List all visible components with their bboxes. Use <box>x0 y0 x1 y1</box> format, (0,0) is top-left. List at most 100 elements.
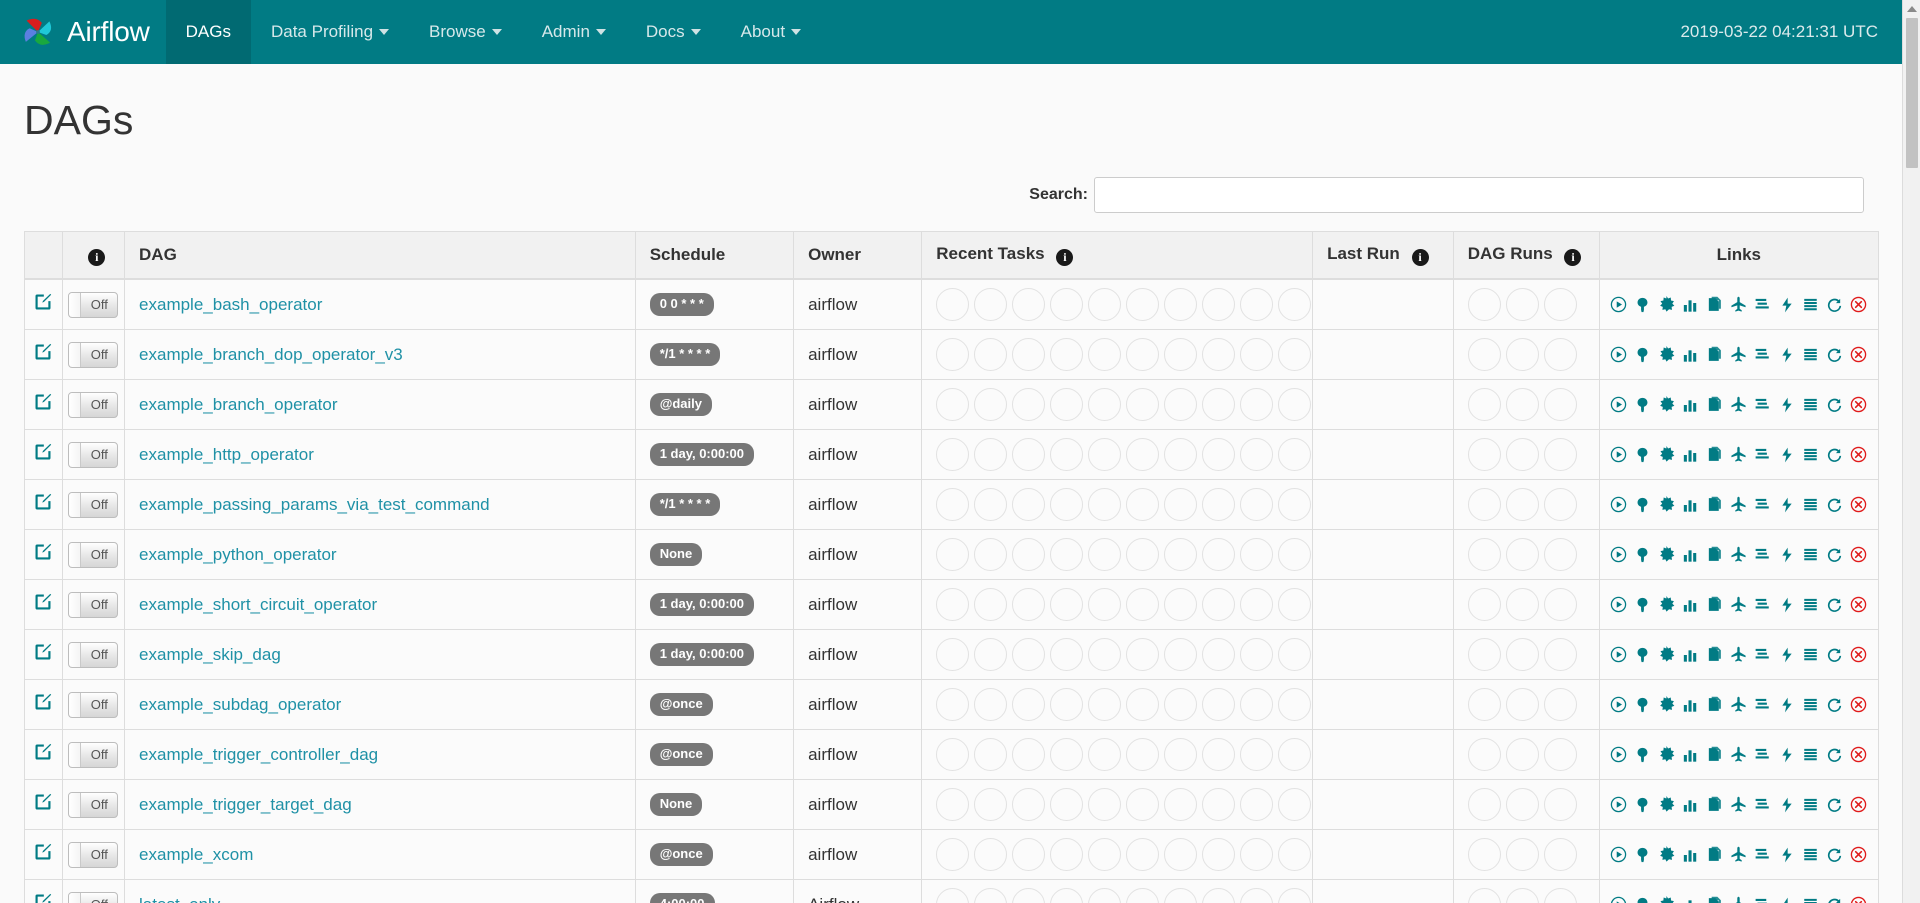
task-state-circle[interactable] <box>1240 738 1274 772</box>
delete-dag-icon[interactable] <box>1849 444 1869 466</box>
dag-run-state-circle[interactable] <box>1467 888 1501 903</box>
task-duration-chart-icon[interactable] <box>1681 794 1701 816</box>
dag-name-link[interactable]: example_python_operator <box>139 545 337 564</box>
task-state-circle[interactable] <box>1164 488 1198 522</box>
task-state-circle[interactable] <box>936 388 970 422</box>
dag-name-link[interactable]: example_passing_params_via_test_command <box>139 495 490 514</box>
task-state-circle[interactable] <box>1088 388 1122 422</box>
search-input[interactable] <box>1094 177 1864 214</box>
task-tries-icon[interactable] <box>1705 344 1725 366</box>
task-state-circle[interactable] <box>1202 288 1236 322</box>
dag-pause-toggle-cell[interactable]: Off <box>61 679 126 731</box>
task-state-circle[interactable] <box>936 438 970 472</box>
landing-times-icon[interactable] <box>1729 444 1749 466</box>
task-tries-icon[interactable] <box>1705 294 1725 316</box>
dag-run-state-circle[interactable] <box>1543 438 1577 472</box>
gantt-icon[interactable] <box>1753 394 1773 416</box>
task-duration-chart-icon[interactable] <box>1681 544 1701 566</box>
task-state-circle[interactable] <box>1164 838 1198 872</box>
task-state-circle[interactable] <box>1278 738 1312 772</box>
delete-dag-icon[interactable] <box>1849 794 1869 816</box>
gantt-icon[interactable] <box>1753 344 1773 366</box>
scrollbar-up-arrow-icon[interactable] <box>1903 0 1920 18</box>
dag-run-state-circle[interactable] <box>1505 888 1539 903</box>
dag-run-state-circle[interactable] <box>1505 638 1539 672</box>
task-state-circle[interactable] <box>1050 288 1084 322</box>
task-state-circle[interactable] <box>1012 538 1046 572</box>
landing-times-icon[interactable] <box>1729 394 1749 416</box>
task-state-circle[interactable] <box>1088 788 1122 822</box>
page-scrollbar[interactable] <box>1902 0 1920 903</box>
task-state-circle[interactable] <box>1164 538 1198 572</box>
graph-view-icon[interactable] <box>1657 694 1677 716</box>
dag-run-state-circle[interactable] <box>1505 788 1539 822</box>
task-state-circle[interactable] <box>1088 488 1122 522</box>
gantt-icon[interactable] <box>1753 894 1773 903</box>
task-duration-chart-icon[interactable] <box>1681 644 1701 666</box>
dag-run-state-circle[interactable] <box>1467 288 1501 322</box>
edit-dag-cell[interactable] <box>24 529 63 581</box>
tree-view-icon[interactable] <box>1633 694 1653 716</box>
task-state-circle[interactable] <box>1240 388 1274 422</box>
tree-view-icon[interactable] <box>1633 394 1653 416</box>
task-state-circle[interactable] <box>1126 288 1160 322</box>
task-state-circle[interactable] <box>1050 438 1084 472</box>
task-state-circle[interactable] <box>1050 488 1084 522</box>
edit-dag-icon[interactable] <box>33 892 53 903</box>
task-state-circle[interactable] <box>1278 638 1312 672</box>
dag-name-link[interactable]: example_http_operator <box>139 445 314 464</box>
task-state-circle[interactable] <box>974 538 1008 572</box>
landing-times-icon[interactable] <box>1729 744 1749 766</box>
task-state-circle[interactable] <box>974 888 1008 903</box>
delete-dag-icon[interactable] <box>1849 744 1869 766</box>
task-state-circle[interactable] <box>1202 638 1236 672</box>
edit-dag-cell[interactable] <box>24 579 63 631</box>
dag-run-state-circle[interactable] <box>1543 538 1577 572</box>
edit-dag-cell[interactable] <box>24 429 63 481</box>
task-state-circle[interactable] <box>974 288 1008 322</box>
task-state-circle[interactable] <box>1240 488 1274 522</box>
task-state-circle[interactable] <box>1088 888 1122 903</box>
task-state-circle[interactable] <box>1164 638 1198 672</box>
task-state-circle[interactable] <box>974 388 1008 422</box>
dag-run-state-circle[interactable] <box>1467 838 1501 872</box>
gantt-icon[interactable] <box>1753 544 1773 566</box>
task-state-circle[interactable] <box>1012 288 1046 322</box>
dag-run-state-circle[interactable] <box>1467 738 1501 772</box>
task-state-circle[interactable] <box>1088 838 1122 872</box>
task-state-circle[interactable] <box>1164 738 1198 772</box>
dag-name-link[interactable]: example_trigger_controller_dag <box>139 745 378 764</box>
logs-icon[interactable] <box>1801 344 1821 366</box>
task-state-circle[interactable] <box>1012 888 1046 903</box>
task-state-circle[interactable] <box>1240 588 1274 622</box>
refresh-icon[interactable] <box>1825 294 1845 316</box>
dag-run-state-circle[interactable] <box>1543 838 1577 872</box>
dag-run-state-circle[interactable] <box>1505 288 1539 322</box>
dag-run-state-circle[interactable] <box>1467 788 1501 822</box>
gantt-icon[interactable] <box>1753 744 1773 766</box>
task-state-circle[interactable] <box>1240 788 1274 822</box>
dag-run-state-circle[interactable] <box>1467 388 1501 422</box>
edit-dag-icon[interactable] <box>33 742 53 767</box>
task-state-circle[interactable] <box>1164 788 1198 822</box>
gantt-icon[interactable] <box>1753 644 1773 666</box>
dag-pause-toggle-cell[interactable]: Off <box>61 429 126 481</box>
gantt-icon[interactable] <box>1753 594 1773 616</box>
task-state-circle[interactable] <box>1050 588 1084 622</box>
dag-pause-toggle[interactable]: Off <box>68 291 119 318</box>
edit-dag-cell[interactable] <box>24 278 63 331</box>
task-state-circle[interactable] <box>1126 438 1160 472</box>
refresh-icon[interactable] <box>1825 894 1845 903</box>
info-icon[interactable]: i <box>1564 249 1582 267</box>
dag-run-state-circle[interactable] <box>1505 338 1539 372</box>
task-state-circle[interactable] <box>1088 688 1122 722</box>
task-state-circle[interactable] <box>1012 588 1046 622</box>
task-duration-chart-icon[interactable] <box>1681 394 1701 416</box>
task-state-circle[interactable] <box>1050 688 1084 722</box>
task-state-circle[interactable] <box>1012 488 1046 522</box>
refresh-icon[interactable] <box>1825 544 1845 566</box>
task-state-circle[interactable] <box>1012 438 1046 472</box>
edit-dag-icon[interactable] <box>33 492 53 517</box>
dag-pause-toggle[interactable]: Off <box>68 841 119 868</box>
delete-dag-icon[interactable] <box>1849 544 1869 566</box>
